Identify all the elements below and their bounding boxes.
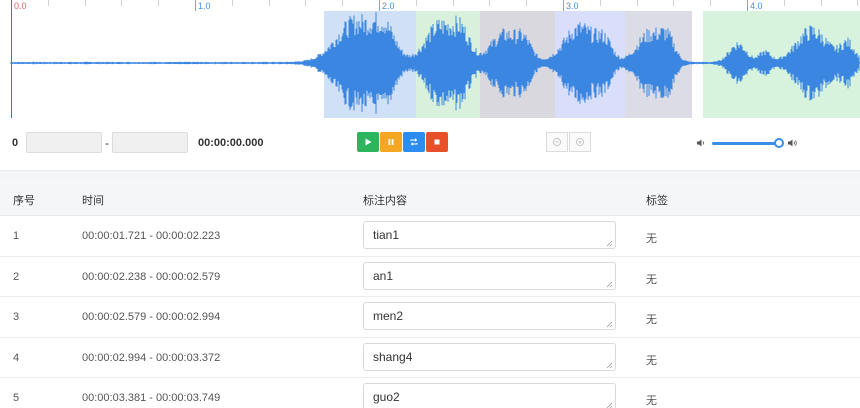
table-row: 2 00:00:02.238 - 00:00:02.579 无 bbox=[0, 256, 860, 297]
zoom-out-icon bbox=[552, 137, 562, 147]
row-time-range: 00:00:02.994 - 00:00:03.372 bbox=[82, 351, 221, 364]
row-time-range: 00:00:01.721 - 00:00:02.223 bbox=[82, 230, 221, 242]
annotation-content-input[interactable] bbox=[363, 261, 616, 290]
annotation-content-input[interactable] bbox=[363, 221, 616, 249]
timeline-tick bbox=[784, 0, 785, 6]
row-index: 4 bbox=[13, 351, 20, 364]
table-row: 1 00:00:01.721 - 00:00:02.223 无 bbox=[0, 216, 860, 257]
timeline-tick bbox=[342, 0, 343, 6]
timeline-tick bbox=[158, 0, 159, 6]
table-row: 5 00:00:03.381 - 00:00:03.749 无 bbox=[0, 378, 860, 408]
timeline-tick bbox=[48, 0, 49, 6]
row-index: 1 bbox=[13, 230, 20, 242]
timeline-tick bbox=[85, 0, 86, 6]
timeline-tick bbox=[857, 0, 858, 6]
resize-grip-icon[interactable] bbox=[605, 280, 613, 288]
volume-low-icon[interactable] bbox=[696, 138, 706, 148]
timeline-tick bbox=[600, 0, 601, 6]
loop-icon bbox=[410, 138, 418, 146]
play-icon bbox=[365, 138, 372, 146]
pause-button[interactable] bbox=[380, 132, 402, 152]
timeline-tick bbox=[305, 0, 306, 6]
volume-slider-track[interactable] bbox=[712, 142, 779, 145]
resize-grip-icon[interactable] bbox=[605, 320, 613, 328]
row-time-range: 00:00:02.579 - 00:00:02.994 bbox=[82, 311, 221, 323]
zoom-in-icon bbox=[575, 137, 585, 147]
timeline-tick bbox=[821, 0, 822, 6]
pause-icon bbox=[388, 139, 394, 145]
annotation-table: 序号 时间 标注内容 标签 1 00:00:01.721 - 00:00:02.… bbox=[0, 180, 860, 408]
zoom-in-button[interactable] bbox=[569, 132, 591, 152]
position-label: 0 bbox=[12, 137, 19, 149]
end-time-input[interactable] bbox=[112, 132, 188, 153]
stop-icon bbox=[434, 139, 440, 145]
volume-slider-handle[interactable] bbox=[774, 138, 784, 148]
timeline-tick bbox=[232, 0, 233, 6]
table-row: 4 00:00:02.994 - 00:00:03.372 无 bbox=[0, 337, 860, 378]
table-header: 序号 时间 标注内容 标签 bbox=[0, 180, 860, 216]
timeline-tick bbox=[453, 0, 454, 6]
start-time-input[interactable] bbox=[26, 132, 102, 153]
stop-button[interactable] bbox=[426, 132, 448, 152]
resize-grip-icon[interactable] bbox=[605, 239, 613, 247]
timeline-tick bbox=[489, 0, 490, 6]
resize-grip-icon[interactable] bbox=[605, 361, 613, 369]
control-bar: 0 - 00:00:00.000 bbox=[0, 122, 860, 162]
header-index: 序号 bbox=[13, 195, 35, 207]
row-time-range: 00:00:03.381 - 00:00:03.749 bbox=[82, 392, 221, 404]
volume-high-icon[interactable] bbox=[787, 138, 799, 148]
table-row: 3 00:00:02.579 - 00:00:02.994 无 bbox=[0, 297, 860, 338]
table-body: 1 00:00:01.721 - 00:00:02.223 无 2 00:00:… bbox=[0, 216, 860, 408]
timeline-tick bbox=[526, 0, 527, 6]
timeline-tick bbox=[416, 0, 417, 6]
annotation-content-input[interactable] bbox=[363, 342, 616, 371]
timeline-tick bbox=[637, 0, 638, 6]
row-tag: 无 bbox=[646, 354, 657, 367]
waveform-panel[interactable]: 0.0 1.0 2.0 3.0 4.0 bbox=[0, 0, 860, 120]
row-time-range: 00:00:02.238 - 00:00:02.579 bbox=[82, 270, 221, 283]
resize-grip-icon[interactable] bbox=[605, 401, 613, 408]
zoom-out-button[interactable] bbox=[546, 132, 568, 152]
row-index: 2 bbox=[13, 270, 20, 283]
row-index: 5 bbox=[13, 392, 20, 404]
timeline-tick bbox=[710, 0, 711, 6]
header-content: 标注内容 bbox=[363, 195, 407, 207]
row-tag: 无 bbox=[646, 314, 657, 326]
row-tag: 无 bbox=[646, 395, 657, 407]
row-tag: 无 bbox=[646, 273, 657, 286]
play-button[interactable] bbox=[357, 132, 379, 152]
annotation-content-input[interactable] bbox=[363, 383, 616, 408]
timeline-tick bbox=[121, 0, 122, 6]
timeline-tick bbox=[673, 0, 674, 6]
audio-waveform bbox=[10, 12, 860, 114]
row-index: 3 bbox=[13, 311, 20, 323]
loop-button[interactable] bbox=[403, 132, 425, 152]
row-tag: 无 bbox=[646, 233, 657, 245]
section-divider bbox=[0, 170, 860, 180]
range-dash: - bbox=[105, 136, 109, 150]
header-time: 时间 bbox=[82, 195, 104, 207]
annotation-content-input[interactable] bbox=[363, 302, 616, 330]
playhead-cursor[interactable] bbox=[11, 0, 12, 118]
current-time-readout: 00:00:00.000 bbox=[198, 137, 264, 149]
timeline-tick bbox=[269, 0, 270, 6]
header-tag: 标签 bbox=[646, 195, 668, 207]
